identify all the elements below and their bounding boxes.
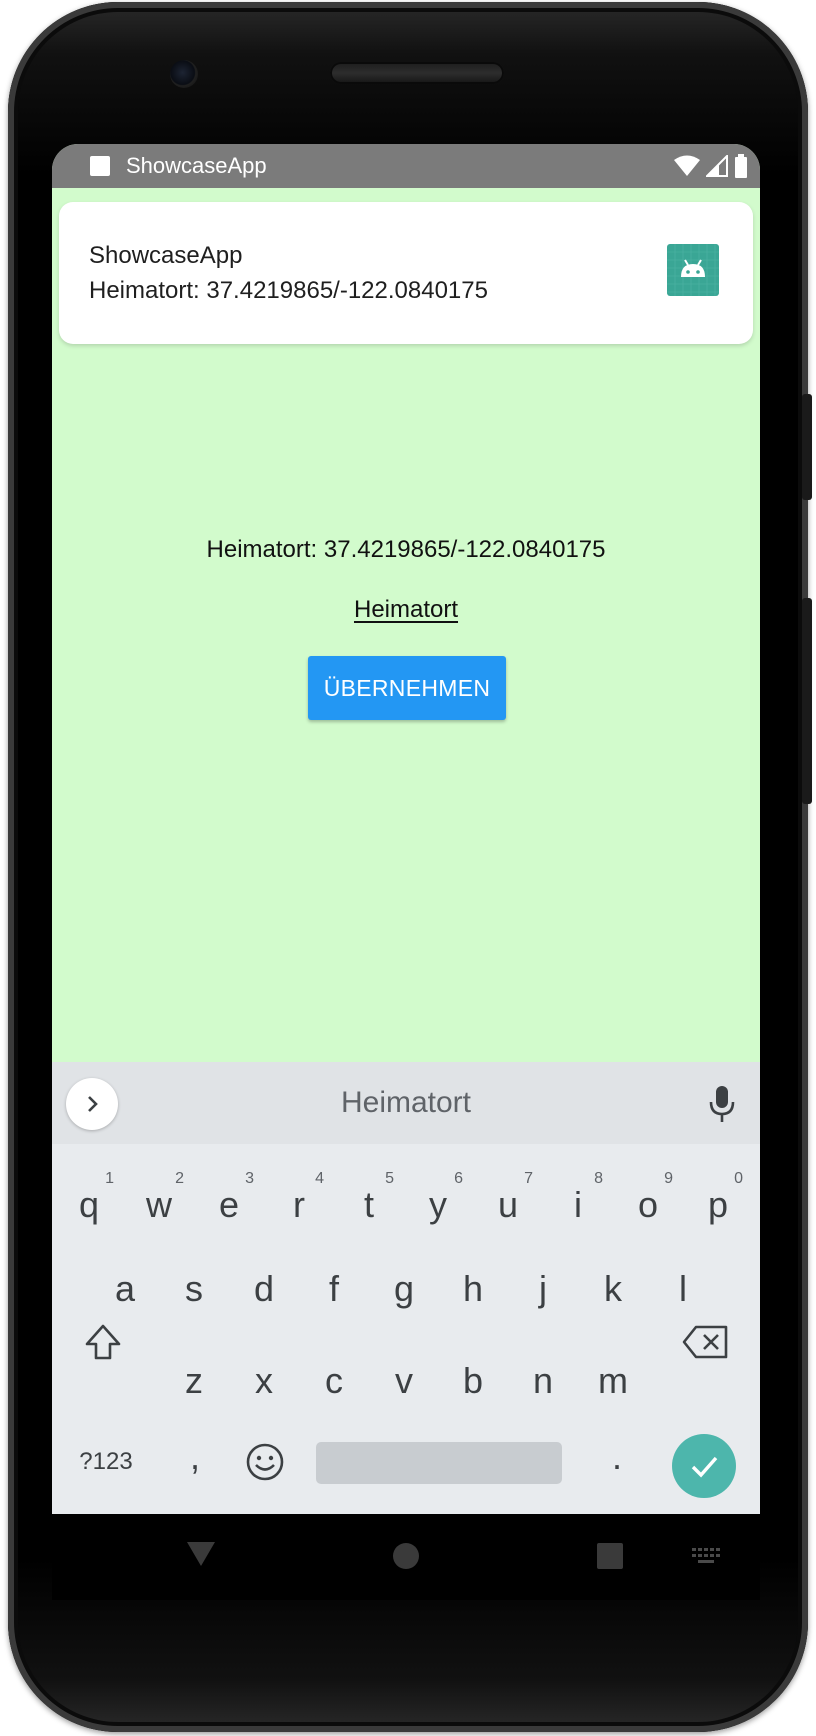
status-bar: ShowcaseApp [52, 144, 760, 188]
key-label: p [707, 1184, 729, 1225]
shift-key[interactable] [70, 1307, 136, 1377]
comma-key[interactable]: , [162, 1422, 228, 1492]
key-hint: 5 [385, 1170, 394, 1187]
key-label: u [497, 1184, 519, 1225]
key-hint: 2 [175, 1170, 184, 1187]
key-w[interactable]: w2 [126, 1170, 192, 1240]
key-b[interactable]: b [440, 1346, 506, 1416]
key-p[interactable]: p0 [685, 1170, 751, 1240]
key-i[interactable]: i8 [545, 1170, 611, 1240]
keyboard-switch-icon[interactable] [692, 1548, 722, 1566]
period-key[interactable]: . [584, 1422, 650, 1492]
key-hint: 3 [245, 1170, 254, 1187]
status-app-name: ShowcaseApp [126, 153, 267, 178]
check-icon [691, 1456, 718, 1478]
key-label: i [574, 1184, 582, 1225]
home-icon[interactable] [392, 1542, 420, 1570]
emoji-key[interactable] [232, 1427, 298, 1497]
microphone-icon[interactable] [708, 1084, 736, 1124]
location-text: Heimatort: 37.4219865/-122.0840175 [206, 536, 606, 563]
key-hint: 4 [315, 1170, 324, 1187]
apply-button[interactable]: ÜBERNEHMEN [308, 656, 506, 720]
key-d[interactable]: d [231, 1254, 297, 1324]
key-z[interactable]: z [161, 1346, 227, 1416]
key-e[interactable]: e3 [196, 1170, 262, 1240]
earpiece-speaker [330, 62, 504, 84]
key-m[interactable]: m [580, 1346, 646, 1416]
key-r[interactable]: r4 [266, 1170, 332, 1240]
key-hint: 9 [664, 1170, 673, 1187]
key-hint: 8 [594, 1170, 603, 1187]
key-h[interactable]: h [440, 1254, 506, 1324]
navigation-bar [52, 1514, 760, 1600]
key-label: t [363, 1184, 374, 1225]
wifi-icon [674, 155, 700, 176]
symbols-key[interactable]: ?123 [70, 1427, 142, 1497]
battery-icon [735, 154, 747, 178]
key-n[interactable]: n [510, 1346, 576, 1416]
android-icon [667, 244, 719, 296]
key-hint: 7 [524, 1170, 533, 1187]
key-t[interactable]: t5 [336, 1170, 402, 1240]
screen: ShowcaseApp ShowcaseApp Heimatort: 37.42… [52, 144, 760, 1514]
word-suggestion[interactable]: Heimatort [52, 1086, 760, 1120]
key-label: e [218, 1184, 240, 1225]
key-v[interactable]: v [371, 1346, 437, 1416]
app-notification-icon [90, 156, 110, 176]
recents-icon[interactable] [596, 1542, 624, 1570]
volume-button [802, 394, 812, 500]
key-g[interactable]: g [371, 1254, 437, 1324]
location-input-value: Heimatort [353, 596, 459, 623]
key-s[interactable]: s [161, 1254, 227, 1324]
suggestion-strip: Heimatort [52, 1062, 760, 1144]
cell-signal-icon [706, 155, 728, 177]
key-u[interactable]: u7 [475, 1170, 541, 1240]
key-label: w [146, 1184, 172, 1225]
front-camera [170, 60, 198, 88]
location-input[interactable]: Heimatort [52, 596, 760, 624]
key-x[interactable]: x [231, 1346, 297, 1416]
enter-key[interactable] [672, 1434, 736, 1498]
power-button [802, 598, 812, 804]
key-label: y [429, 1184, 447, 1225]
key-k[interactable]: k [580, 1254, 646, 1324]
key-hint: 6 [454, 1170, 463, 1187]
key-f[interactable]: f [301, 1254, 367, 1324]
notification-text: Heimatort: 37.4219865/-122.0840175 [89, 277, 488, 304]
backspace-key[interactable] [672, 1307, 738, 1377]
key-label: o [637, 1184, 659, 1225]
key-q[interactable]: q1 [56, 1170, 122, 1240]
key-j[interactable]: j [510, 1254, 576, 1324]
space-key[interactable] [316, 1442, 562, 1484]
key-c[interactable]: c [301, 1346, 367, 1416]
key-hint: 1 [105, 1170, 114, 1187]
heads-up-notification[interactable]: ShowcaseApp Heimatort: 37.4219865/-122.0… [59, 202, 753, 344]
soft-keyboard: Heimatort q1w2e3r4t5y6u7i8o9p0 asdfghjkl… [52, 1062, 760, 1514]
status-icons [674, 154, 748, 178]
notification-title: ShowcaseApp [89, 242, 243, 269]
key-hint: 0 [734, 1170, 743, 1187]
key-o[interactable]: o9 [615, 1170, 681, 1240]
key-y[interactable]: y6 [405, 1170, 471, 1240]
key-label: r [293, 1184, 305, 1225]
key-label: q [78, 1184, 100, 1225]
back-icon[interactable] [186, 1540, 216, 1568]
